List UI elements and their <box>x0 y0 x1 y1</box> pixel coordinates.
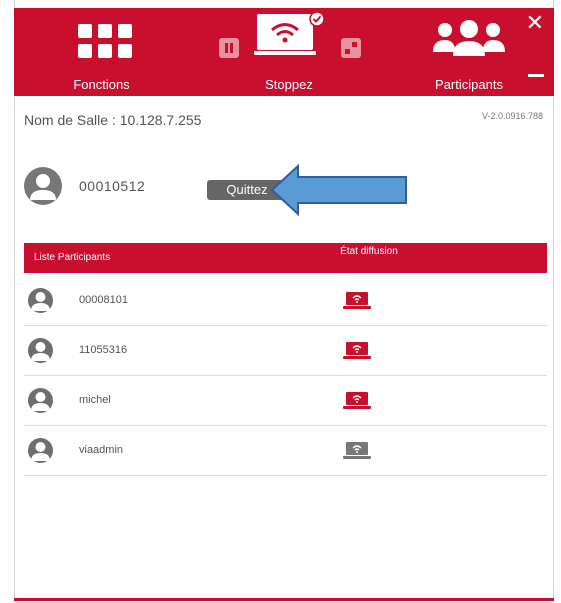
user-icon <box>31 392 50 411</box>
broadcast-state-icon[interactable] <box>342 292 374 315</box>
participant-name: viaadmin <box>79 444 124 456</box>
bottom-border <box>14 598 554 601</box>
participant-name: michel <box>79 394 111 406</box>
list-item[interactable]: michel <box>24 375 547 426</box>
broadcast-state-icon[interactable] <box>342 392 374 415</box>
user-icon <box>31 292 50 311</box>
top-toolbar: Fonctions Stoppez Participants ✕ <box>14 8 554 96</box>
broadcast-state-icon[interactable] <box>342 442 374 465</box>
participant-name: 11055316 <box>79 344 128 356</box>
participants-button[interactable]: Participants <box>419 8 519 96</box>
avatar <box>28 438 53 463</box>
column-broadcast-state: État diffusion <box>340 246 398 257</box>
avatar <box>28 388 53 413</box>
room-name: Nom de Salle : 10.128.7.255 <box>24 112 202 128</box>
stop-label: Stoppez <box>265 77 313 92</box>
expand-icon[interactable] <box>341 38 361 58</box>
broadcast-state-icon[interactable] <box>342 342 374 365</box>
functions-button[interactable]: Fonctions <box>44 8 159 96</box>
grid-icon <box>78 24 132 58</box>
self-id: 00010512 <box>79 178 146 194</box>
column-participants: Liste Participants <box>34 252 111 263</box>
participants-label: Participants <box>435 77 503 92</box>
avatar <box>24 167 62 205</box>
avatar <box>28 338 53 363</box>
participants-list-header: Liste Participants État diffusion <box>24 243 547 273</box>
users-group-icon <box>433 20 505 56</box>
user-icon <box>30 174 56 200</box>
avatar <box>28 288 53 313</box>
pause-icon[interactable] <box>219 38 239 58</box>
stop-button[interactable]: Stoppez <box>214 8 364 96</box>
user-icon <box>31 342 50 361</box>
cast-screen-icon <box>254 11 325 55</box>
functions-label: Fonctions <box>73 77 130 92</box>
list-item[interactable]: viaadmin <box>24 425 547 476</box>
close-icon[interactable]: ✕ <box>526 10 544 36</box>
list-item[interactable]: 00008101 <box>24 275 547 326</box>
minimize-icon[interactable] <box>528 74 544 77</box>
pointer-arrow <box>270 164 407 216</box>
participant-name: 00008101 <box>79 294 128 306</box>
user-icon <box>31 442 50 461</box>
list-item[interactable]: 11055316 <box>24 325 547 376</box>
version-label: V-2.0.0916.788 <box>481 111 543 121</box>
